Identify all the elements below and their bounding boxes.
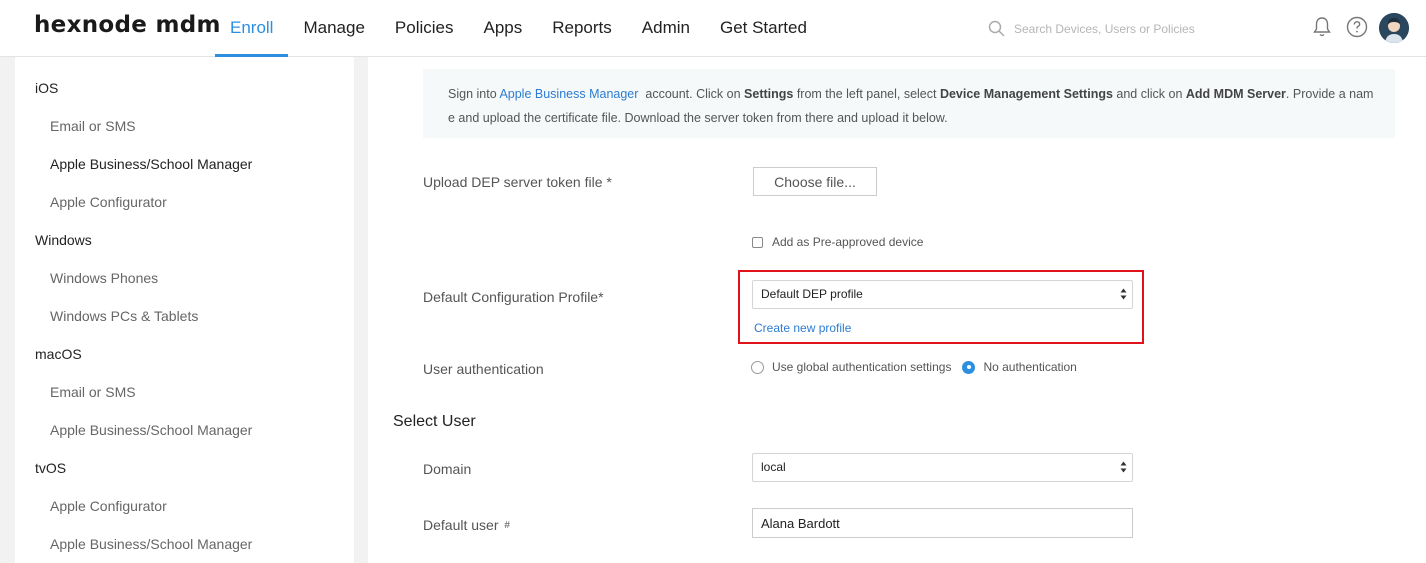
app-logo[interactable]: hexnode mdm	[34, 12, 221, 38]
auth-none-radio[interactable]	[962, 360, 976, 374]
sidebar-item-tvos-apple-configurator[interactable]: Apple Configurator	[50, 498, 167, 514]
info-banner: Sign into Apple Business Manager account…	[423, 69, 1395, 138]
select-arrows-icon	[1120, 461, 1127, 473]
info-bold: Settings	[744, 87, 794, 101]
nav-manage[interactable]: Manage	[288, 0, 379, 57]
info-text: from the left panel, select	[793, 87, 940, 101]
auth-radio-group: Use global authentication settings No au…	[751, 360, 1088, 374]
default-user-label-text: Default user	[423, 517, 499, 533]
info-text: . Provide a nam	[1285, 87, 1374, 101]
domain-label: Domain	[423, 461, 472, 477]
auth-global-label: Use global authentication settings	[772, 360, 952, 374]
bell-icon[interactable]	[1310, 15, 1334, 39]
select-user-title: Select User	[393, 413, 476, 430]
sidebar-item-windows-pcs[interactable]: Windows PCs & Tablets	[50, 308, 198, 324]
preapproved-row: Add as Pre-approved device	[752, 235, 923, 249]
info-line-1: Sign into Apple Business Manager account…	[448, 82, 1373, 106]
profile-select[interactable]: Default DEP profile	[752, 280, 1133, 309]
upload-token-label: Upload DEP server token file *	[423, 174, 612, 190]
nav-apps[interactable]: Apps	[469, 0, 538, 57]
search-icon[interactable]	[988, 20, 1006, 38]
info-text: and click on	[1112, 87, 1186, 101]
sidebar-item-ios-apple-configurator[interactable]: Apple Configurator	[50, 194, 167, 210]
nav-get-started[interactable]: Get Started	[705, 0, 822, 57]
sidebar-item-tvos[interactable]: tvOS	[35, 460, 66, 476]
sidebar-item-macos-apple-business[interactable]: Apple Business/School Manager	[50, 422, 252, 438]
nav-enroll[interactable]: Enroll	[215, 0, 289, 57]
info-text: account. Click on	[638, 87, 745, 101]
sidebar-item-tvos-apple-business[interactable]: Apple Business/School Manager	[50, 536, 252, 552]
main-content: Sign into Apple Business Manager account…	[368, 57, 1426, 563]
user-avatar[interactable]	[1379, 13, 1409, 43]
sidebar-item-windows[interactable]: Windows	[35, 232, 92, 248]
search-input[interactable]	[1014, 22, 1254, 36]
create-profile-link[interactable]: Create new profile	[754, 321, 851, 335]
avatar-icon	[1379, 13, 1409, 43]
nav-admin[interactable]: Admin	[627, 0, 705, 57]
nav-reports[interactable]: Reports	[537, 0, 627, 57]
info-text: Sign into	[448, 87, 500, 101]
sidebar-item-macos[interactable]: macOS	[35, 346, 82, 362]
preapproved-label: Add as Pre-approved device	[772, 235, 924, 249]
profile-select-value: Default DEP profile	[761, 287, 863, 301]
info-bold: Device Management Settings	[939, 87, 1113, 101]
auth-global-radio[interactable]	[751, 360, 764, 374]
nav-policies[interactable]: Policies	[380, 0, 469, 57]
domain-select-value: local	[761, 460, 786, 474]
profile-label: Default Configuration Profile*	[423, 289, 604, 305]
domain-select[interactable]: local	[752, 453, 1133, 482]
auth-label: User authentication	[423, 361, 544, 377]
main-nav: Enroll Manage Policies Apps Reports Admi…	[215, 0, 822, 57]
apple-business-manager-link[interactable]: Apple Business Manager	[499, 87, 638, 101]
top-navbar: hexnode mdm Enroll Manage Policies Apps …	[0, 0, 1426, 57]
sidebar-item-ios-apple-business[interactable]: Apple Business/School Manager	[50, 156, 252, 172]
sidebar-item-ios[interactable]: iOS	[35, 80, 58, 96]
info-bold: Add MDM Server	[1185, 87, 1286, 101]
sidebar-item-windows-phones[interactable]: Windows Phones	[50, 270, 158, 286]
auth-none-label: No authentication	[983, 360, 1077, 374]
default-user-label: Default user #	[423, 517, 510, 533]
choose-file-button[interactable]: Choose file...	[753, 167, 877, 196]
preapproved-checkbox[interactable]	[752, 236, 763, 248]
select-arrows-icon	[1120, 288, 1127, 300]
required-marker: #	[504, 520, 510, 531]
help-icon[interactable]	[1345, 15, 1369, 39]
sidebar: iOS Email or SMS Apple Business/School M…	[15, 57, 354, 563]
sidebar-item-ios-email-sms[interactable]: Email or SMS	[50, 118, 136, 134]
info-line-2: e and upload the certificate file. Downl…	[448, 111, 948, 125]
sidebar-item-macos-email-sms[interactable]: Email or SMS	[50, 384, 136, 400]
default-user-input[interactable]	[752, 508, 1133, 538]
search-bar	[988, 18, 1268, 40]
